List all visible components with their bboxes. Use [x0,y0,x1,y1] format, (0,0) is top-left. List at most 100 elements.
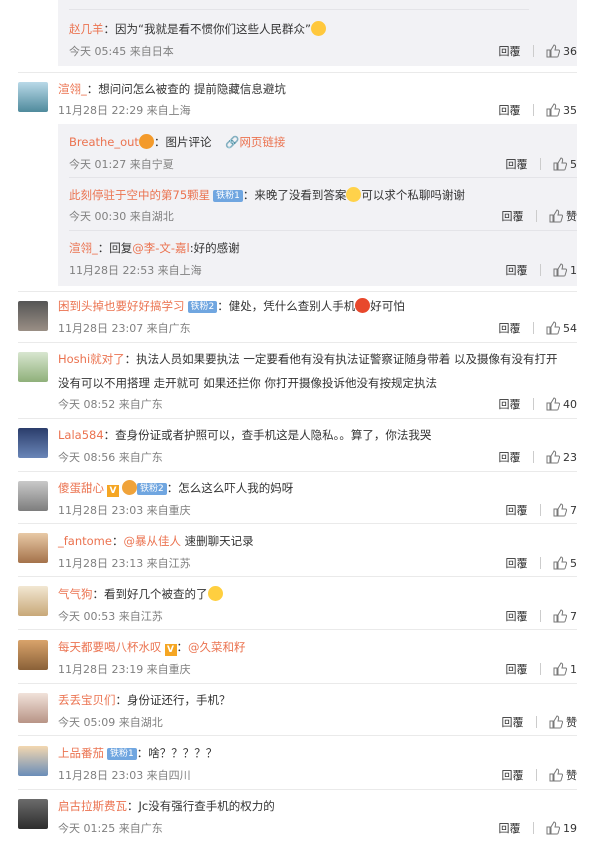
comment-meta: 今天 05:09 来自湖北 [58,716,163,729]
user-nick[interactable]: 丢丢宝贝们 [58,693,116,707]
like-count: 19 [563,822,577,835]
reply-button[interactable]: 回覆 [502,716,524,729]
reply-button[interactable]: 回覆 [506,610,528,623]
reply-button[interactable]: 回覆 [506,158,528,171]
reply-button[interactable]: 回覆 [506,557,528,570]
comment-actions: 回覆 54 [499,320,577,338]
comment-meta: 11月28日 22:29 来自上海 [58,104,191,117]
user-nick[interactable]: Hoshi就对了 [58,352,125,366]
reply-button[interactable]: 回覆 [499,45,521,58]
like-count: 1 [570,264,577,277]
like-icon[interactable] [546,821,560,838]
user-nick[interactable]: 赵几羊 [69,22,104,36]
like-icon[interactable] [546,44,560,61]
comment-meta: 今天 05:45 来自日本 [69,45,174,58]
reply-button[interactable]: 回覆 [499,104,521,117]
like-icon[interactable] [553,503,567,520]
like-icon[interactable] [549,209,563,226]
like-icon[interactable] [549,715,563,732]
avatar[interactable] [18,352,48,382]
user-nick[interactable]: Breathe_out [69,135,139,149]
partial-row [69,6,529,10]
like-icon[interactable] [546,397,560,414]
like-icon[interactable] [553,263,567,280]
user-nick[interactable]: 启古拉斯费瓦 [58,799,127,813]
reply-button[interactable]: 回覆 [502,769,524,782]
fan-emoji-icon [122,480,137,495]
mention-link[interactable]: @李-文-嘉l [132,241,190,255]
reply-button[interactable]: 回覆 [499,398,521,411]
like-icon[interactable] [553,609,567,626]
avatar[interactable] [18,533,48,563]
like-icon[interactable] [546,321,560,338]
comment-meta: 11月28日 23:19 来自重庆 [58,663,191,676]
comment-meta: 11月28日 23:13 来自江苏 [58,557,191,570]
comment-actions: 回覆 赞 [502,714,577,732]
like-count: 赞 [566,716,577,729]
comment-actions: 回覆 36 [499,43,577,61]
reply-button[interactable]: 回覆 [506,264,528,277]
reply-button[interactable]: 回覆 [499,322,521,335]
reply-button[interactable]: 回覆 [499,822,521,835]
comment-line: 气气狗：看到好几个被查的了 [58,586,223,602]
like-icon[interactable] [553,662,567,679]
comment-text: ：看到好几个被查的了 [92,587,208,601]
like-icon[interactable] [553,157,567,174]
comment-text: ：怎么这么吓人我的妈呀 [166,481,294,495]
avatar[interactable] [18,82,48,112]
user-nick[interactable]: 此刻停驻于空中的第75颗星 [69,188,210,202]
user-nick[interactable]: 气气狗 [58,587,93,601]
reply-button[interactable]: 回覆 [506,663,528,676]
like-icon[interactable] [549,768,563,785]
comment-meta: 今天 00:53 来自江苏 [58,610,163,623]
reply-button[interactable]: 回覆 [506,504,528,517]
vip-icon: V [164,644,177,656]
avatar[interactable] [18,746,48,776]
like-count: 7 [570,610,577,623]
like-count: 36 [563,45,577,58]
avatar[interactable] [18,301,48,331]
reply-button[interactable]: 回覆 [502,210,524,223]
comment-text: ： [176,640,189,654]
link-icon: 🔗 [225,135,240,149]
avatar[interactable] [18,640,48,670]
user-nick[interactable]: 傻蛋甜心 [58,481,104,495]
user-nick[interactable]: 渲翎_ [58,82,87,96]
avatar[interactable] [18,693,48,723]
reply-line: 此刻停驻于空中的第75颗星 铁粉1 ：来晚了没看到答案 可以求个私聊吗谢谢 [69,187,465,203]
comment-line: Lala584：查身份证或者护照可以，查手机这是人隐私。。算了，你法我哭 [58,427,431,443]
like-count: 7 [570,504,577,517]
user-nick[interactable]: 每天都要喝八杯水叹 [58,640,162,654]
avatar[interactable] [18,586,48,616]
comment-actions: 回覆 40 [499,396,577,414]
like-count: 赞 [566,210,577,223]
comment-line: 每天都要喝八杯水叹 V ：@久菜和籽 [58,639,246,656]
user-nick[interactable]: 渲翎_ [69,241,98,255]
like-icon[interactable] [546,103,560,120]
like-count: 35 [563,104,577,117]
reply-button[interactable]: 回覆 [499,451,521,464]
user-nick[interactable]: 困到头掉也要好好搞学习 [58,299,185,313]
comment-actions: 回覆 赞 [502,767,577,785]
comment-text-2: 可以求个私聊吗谢谢 [361,188,465,202]
comment-text: ：健处，凭什么查别人手机 [217,299,356,313]
avatar[interactable] [18,481,48,511]
comment-actions: 回覆 23 [499,449,577,467]
fan-badge: 铁粉1 [107,748,137,760]
like-icon[interactable] [546,450,560,467]
like-icon[interactable] [553,556,567,573]
avatar[interactable] [18,799,48,829]
mention-link[interactable]: @久菜和籽 [188,640,246,654]
user-nick[interactable]: 上品番茄 [58,746,104,760]
mention-link[interactable]: @暴从佳人 [123,534,181,548]
avatar[interactable] [18,428,48,458]
web-link[interactable]: 网页链接 [239,135,285,149]
emoji-icon [138,134,154,149]
comment-line: 渲翎_：想问问怎么被查的 提前隐藏信息避坑 [58,81,286,97]
cat-emoji-icon [310,21,326,36]
user-nick[interactable]: _fantome [58,534,112,548]
user-nick[interactable]: Lala584 [58,428,104,442]
angry-emoji-icon [355,298,371,313]
comment-meta: 今天 08:52 来自广东 [58,398,163,411]
comment-line: 上品番茄 铁粉1 ：啥？？？？？ [58,745,217,761]
